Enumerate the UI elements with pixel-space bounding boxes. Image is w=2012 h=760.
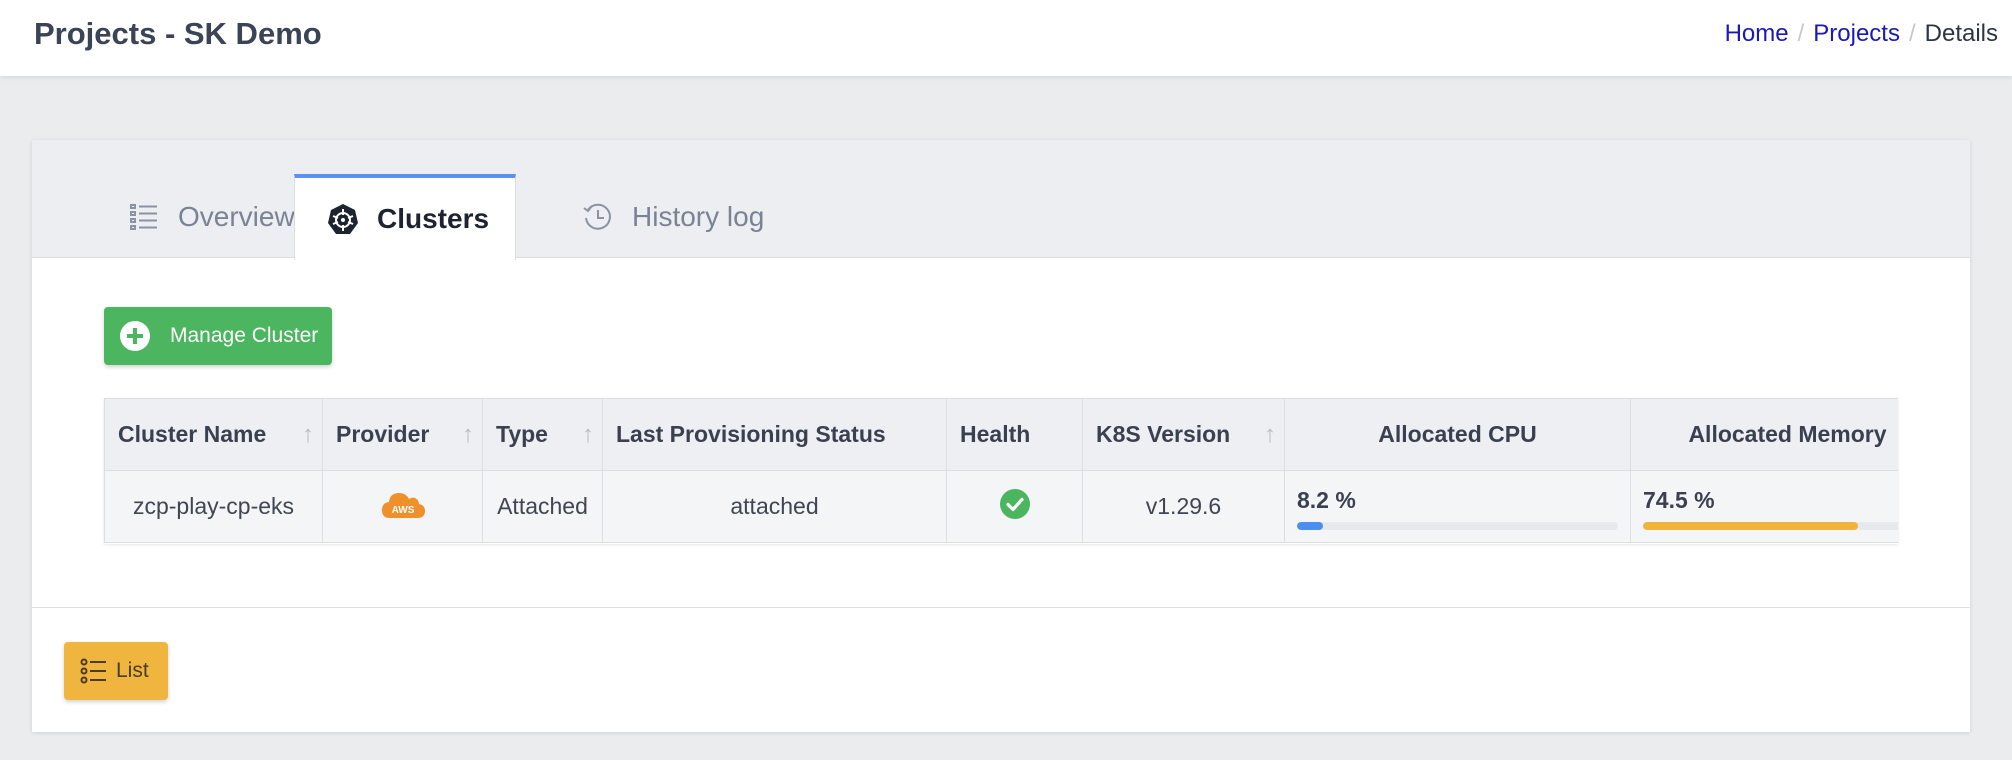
column-header-last-status: Last Provisioning Status <box>602 398 947 471</box>
header-label: Allocated CPU <box>1378 421 1537 447</box>
list-icon <box>80 658 106 684</box>
header-label: K8S Version <box>1096 421 1231 447</box>
column-header-cluster-name[interactable]: Cluster Name ↑ <box>104 398 323 471</box>
tab-bar: Overview Clusters History log <box>32 140 1970 260</box>
sort-arrow-icon[interactable]: ↑ <box>302 421 314 449</box>
manage-cluster-label: Manage Cluster <box>170 324 319 347</box>
cpu-percent-text: 8.2 % <box>1297 487 1356 513</box>
breadcrumb-separator: / <box>1797 20 1805 47</box>
header-label: Last Provisioning Status <box>616 421 886 447</box>
clusters-table: Cluster Name ↑ Provider ↑ Type ↑ Last Provi… <box>104 398 1898 543</box>
table-row[interactable]: zcp-play-cp-eks AWS Attached attached v1… <box>104 470 1898 543</box>
column-header-type[interactable]: Type ↑ <box>482 398 603 471</box>
breadcrumb-current: Details <box>1924 20 1998 47</box>
memory-progress-track <box>1643 522 1898 530</box>
aws-label: AWS <box>391 505 414 516</box>
tab-clusters[interactable]: Clusters <box>294 174 516 260</box>
clusters-table-container: Cluster Name ↑ Provider ↑ Type ↑ Last Provi… <box>104 398 1898 544</box>
tab-history-log[interactable]: History log <box>548 174 778 259</box>
column-header-k8s-version[interactable]: K8S Version ↑ <box>1082 398 1285 471</box>
project-details-card: Overview Clusters History log Manage Clu… <box>32 140 1970 732</box>
cell-type: Attached <box>482 470 603 543</box>
tab-clusters-label: Clusters <box>377 203 490 234</box>
list-details-icon <box>128 201 160 233</box>
cell-allocated-memory: 74.5 % <box>1630 470 1898 543</box>
header-label: Allocated Memory <box>1688 421 1887 447</box>
top-header-bar: Projects - SK Demo Home / Projects / Details <box>0 0 2012 76</box>
list-button-label: List <box>116 659 149 682</box>
check-circle-icon <box>999 488 1030 519</box>
cell-k8s-version: v1.29.6 <box>1082 470 1285 543</box>
memory-progress-fill <box>1643 522 1859 530</box>
cell-health <box>946 470 1083 543</box>
header-label: Provider <box>336 421 430 447</box>
tab-history-label: History log <box>632 200 765 232</box>
sort-arrow-icon[interactable]: ↑ <box>582 421 594 449</box>
tab-overview-label: Overview <box>178 200 295 232</box>
breadcrumb-separator: / <box>1908 20 1916 47</box>
cell-cluster-name[interactable]: zcp-play-cp-eks <box>104 470 323 543</box>
history-icon <box>582 201 614 233</box>
manage-cluster-button[interactable]: Manage Cluster <box>104 307 332 365</box>
header-label: Health <box>960 421 1031 447</box>
column-header-allocated-cpu: Allocated CPU <box>1284 398 1631 471</box>
breadcrumb: Home / Projects / Details <box>1725 18 1998 50</box>
card-footer-divider <box>32 607 1970 608</box>
cpu-progress-track <box>1297 522 1618 530</box>
header-label: Cluster Name <box>118 421 267 447</box>
kubernetes-icon <box>327 203 359 235</box>
cell-last-status: attached <box>602 470 947 543</box>
list-button[interactable]: List <box>64 642 168 700</box>
plus-circle-icon <box>120 321 150 351</box>
cell-allocated-cpu: 8.2 % <box>1284 470 1631 543</box>
tab-overview[interactable]: Overview <box>96 174 326 259</box>
breadcrumb-home-link[interactable]: Home <box>1725 20 1789 47</box>
breadcrumb-projects-link[interactable]: Projects <box>1813 20 1900 47</box>
sort-arrow-icon[interactable]: ↑ <box>1264 421 1276 449</box>
sort-arrow-icon[interactable]: ↑ <box>462 421 474 449</box>
cpu-progress-fill <box>1297 522 1324 530</box>
column-header-provider[interactable]: Provider ↑ <box>322 398 483 471</box>
header-label: Type <box>496 421 548 447</box>
column-header-allocated-memory: Allocated Memory <box>1630 398 1898 471</box>
memory-percent-text: 74.5 % <box>1643 487 1715 513</box>
cell-provider: AWS <box>322 470 483 543</box>
table-header-row: Cluster Name ↑ Provider ↑ Type ↑ Last Provi… <box>104 398 1898 471</box>
page-title: Projects - SK Demo <box>34 16 322 51</box>
column-header-health: Health <box>946 398 1083 471</box>
aws-cloud-icon: AWS <box>381 492 425 518</box>
